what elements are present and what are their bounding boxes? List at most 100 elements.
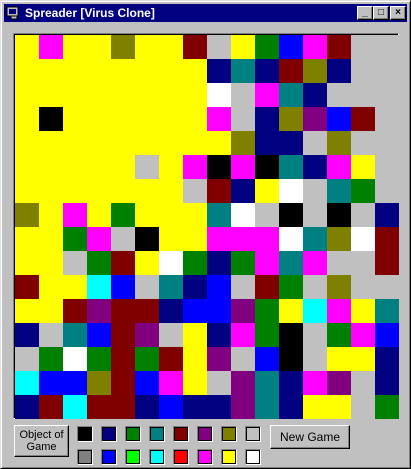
board-cell[interactable] bbox=[135, 131, 159, 155]
board-cell[interactable] bbox=[15, 371, 39, 395]
board-cell[interactable] bbox=[87, 371, 111, 395]
board-cell[interactable] bbox=[87, 203, 111, 227]
board-cell[interactable] bbox=[303, 59, 327, 83]
board-cell[interactable] bbox=[303, 371, 327, 395]
board-cell[interactable] bbox=[255, 203, 279, 227]
board-cell[interactable] bbox=[39, 371, 63, 395]
new-game-button[interactable]: New Game bbox=[270, 425, 350, 449]
color-swatch[interactable] bbox=[149, 426, 165, 442]
board-cell[interactable] bbox=[63, 107, 87, 131]
board-cell[interactable] bbox=[255, 155, 279, 179]
board-cell[interactable] bbox=[279, 59, 303, 83]
board-cell[interactable] bbox=[231, 347, 255, 371]
board-cell[interactable] bbox=[279, 275, 303, 299]
board-cell[interactable] bbox=[39, 83, 63, 107]
board-cell[interactable] bbox=[159, 251, 183, 275]
board-cell[interactable] bbox=[39, 179, 63, 203]
board-cell[interactable] bbox=[111, 395, 135, 419]
board-cell[interactable] bbox=[63, 179, 87, 203]
board-cell[interactable] bbox=[231, 59, 255, 83]
board-cell[interactable] bbox=[159, 323, 183, 347]
board-cell[interactable] bbox=[303, 83, 327, 107]
board-cell[interactable] bbox=[159, 347, 183, 371]
board-cell[interactable] bbox=[255, 251, 279, 275]
board-cell[interactable] bbox=[183, 107, 207, 131]
board-cell[interactable] bbox=[303, 275, 327, 299]
maximize-button[interactable]: □ bbox=[373, 6, 389, 20]
color-swatch[interactable] bbox=[197, 426, 213, 442]
board-cell[interactable] bbox=[15, 131, 39, 155]
board-cell[interactable] bbox=[135, 275, 159, 299]
board-cell[interactable] bbox=[231, 299, 255, 323]
board-cell[interactable] bbox=[303, 179, 327, 203]
board-cell[interactable] bbox=[207, 395, 231, 419]
board-cell[interactable] bbox=[231, 323, 255, 347]
board-cell[interactable] bbox=[255, 275, 279, 299]
board-cell[interactable] bbox=[279, 395, 303, 419]
board-cell[interactable] bbox=[327, 227, 351, 251]
board-cell[interactable] bbox=[207, 227, 231, 251]
board-cell[interactable] bbox=[375, 203, 399, 227]
board-cell[interactable] bbox=[15, 35, 39, 59]
board-cell[interactable] bbox=[279, 131, 303, 155]
board-cell[interactable] bbox=[327, 107, 351, 131]
board-cell[interactable] bbox=[15, 275, 39, 299]
board-cell[interactable] bbox=[351, 395, 375, 419]
board-cell[interactable] bbox=[279, 179, 303, 203]
board-cell[interactable] bbox=[159, 107, 183, 131]
board-cell[interactable] bbox=[207, 59, 231, 83]
board-cell[interactable] bbox=[255, 131, 279, 155]
board-cell[interactable] bbox=[111, 131, 135, 155]
board-cell[interactable] bbox=[303, 155, 327, 179]
board-cell[interactable] bbox=[303, 299, 327, 323]
board-cell[interactable] bbox=[87, 59, 111, 83]
board-cell[interactable] bbox=[327, 275, 351, 299]
board-cell[interactable] bbox=[255, 107, 279, 131]
board-cell[interactable] bbox=[39, 227, 63, 251]
board-cell[interactable] bbox=[39, 323, 63, 347]
board-cell[interactable] bbox=[39, 107, 63, 131]
board-cell[interactable] bbox=[159, 299, 183, 323]
board-cell[interactable] bbox=[111, 323, 135, 347]
board-cell[interactable] bbox=[39, 275, 63, 299]
board-cell[interactable] bbox=[231, 251, 255, 275]
color-swatch[interactable] bbox=[125, 426, 141, 442]
board-cell[interactable] bbox=[327, 155, 351, 179]
board-cell[interactable] bbox=[15, 107, 39, 131]
color-swatch[interactable] bbox=[245, 449, 261, 465]
board-cell[interactable] bbox=[87, 107, 111, 131]
board-cell[interactable] bbox=[327, 251, 351, 275]
board-cell[interactable] bbox=[207, 131, 231, 155]
board-cell[interactable] bbox=[87, 323, 111, 347]
title-bar[interactable]: Spreader [Virus Clone] _ □ × bbox=[4, 4, 407, 22]
board-cell[interactable] bbox=[279, 203, 303, 227]
board-cell[interactable] bbox=[159, 131, 183, 155]
board-cell[interactable] bbox=[111, 83, 135, 107]
board-cell[interactable] bbox=[327, 299, 351, 323]
board-cell[interactable] bbox=[63, 395, 87, 419]
board-cell[interactable] bbox=[15, 59, 39, 83]
board-cell[interactable] bbox=[87, 395, 111, 419]
board-cell[interactable] bbox=[183, 155, 207, 179]
color-swatch[interactable] bbox=[197, 449, 213, 465]
board-cell[interactable] bbox=[15, 251, 39, 275]
board-cell[interactable] bbox=[159, 203, 183, 227]
board-cell[interactable] bbox=[303, 131, 327, 155]
board-cell[interactable] bbox=[63, 35, 87, 59]
board-cell[interactable] bbox=[279, 83, 303, 107]
board-cell[interactable] bbox=[111, 347, 135, 371]
board-cell[interactable] bbox=[63, 59, 87, 83]
color-swatch[interactable] bbox=[101, 426, 117, 442]
board-cell[interactable] bbox=[87, 155, 111, 179]
board-cell[interactable] bbox=[207, 299, 231, 323]
board-cell[interactable] bbox=[327, 395, 351, 419]
board-cell[interactable] bbox=[15, 347, 39, 371]
board-cell[interactable] bbox=[327, 371, 351, 395]
board-cell[interactable] bbox=[207, 155, 231, 179]
board-cell[interactable] bbox=[375, 107, 399, 131]
board-cell[interactable] bbox=[375, 347, 399, 371]
board-cell[interactable] bbox=[183, 371, 207, 395]
board-cell[interactable] bbox=[63, 251, 87, 275]
board-cell[interactable] bbox=[255, 35, 279, 59]
board-cell[interactable] bbox=[87, 83, 111, 107]
